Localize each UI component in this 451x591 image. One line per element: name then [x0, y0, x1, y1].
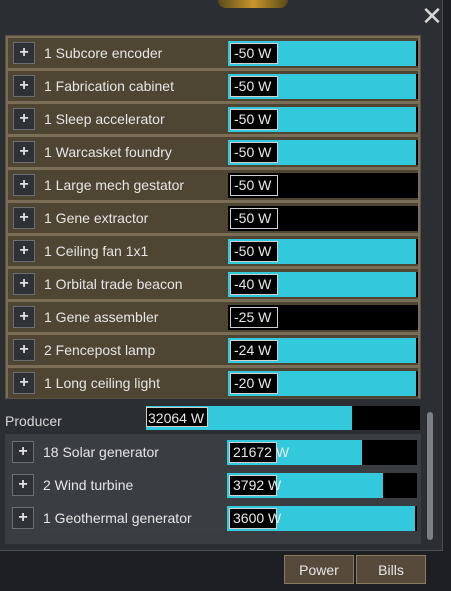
consumer-power-bar: -50 W: [228, 41, 418, 66]
producer-value: 21672 W: [233, 444, 290, 460]
consumer-row: +1 Long ceiling light -20 W: [8, 368, 418, 398]
expand-plus-icon[interactable]: +: [13, 306, 35, 328]
consumer-label: 2 Fencepost lamp: [44, 342, 156, 358]
consumer-label: 1 Orbital trade beacon: [44, 276, 183, 292]
producer-total-value: 32064 W: [148, 410, 205, 426]
consumer-value: -25 W: [234, 309, 272, 325]
consumer-scrollbar[interactable]: [426, 36, 438, 400]
producer-row: +18 Solar generator 21672 W: [7, 437, 417, 467]
consumer-value: -50 W: [234, 210, 272, 226]
expand-plus-icon[interactable]: +: [13, 339, 35, 361]
expand-plus-icon[interactable]: +: [12, 507, 34, 529]
consumer-label: 1 Sleep accelerator: [44, 111, 165, 127]
consumer-label: 1 Warcasket foundry: [44, 144, 172, 160]
producer-scroll-thumb[interactable]: [427, 412, 433, 540]
producer-row: +2 Wind turbine 3792 W: [7, 470, 417, 500]
consumer-value: -50 W: [234, 45, 272, 61]
producer-total-bar: 32064 W: [146, 406, 420, 430]
consumer-power-bar: -50 W: [228, 239, 418, 264]
consumer-row: +1 Ceiling fan 1x1 -50 W: [8, 236, 418, 266]
consumer-label: 1 Subcore encoder: [44, 45, 163, 61]
tab-bills[interactable]: Bills: [356, 555, 426, 584]
producer-power-bar: 21672 W: [227, 440, 417, 465]
close-icon[interactable]: ✕: [420, 3, 442, 29]
producer-row: [7, 536, 417, 544]
consumer-value: -50 W: [234, 111, 272, 127]
expand-plus-icon[interactable]: +: [13, 174, 35, 196]
consumer-row: +1 Warcasket foundry -50 W: [8, 137, 418, 167]
consumer-row: +1 Fabrication cabinet -50 W: [8, 71, 418, 101]
consumer-power-bar: -50 W: [228, 206, 418, 231]
consumer-label: 1 Large mech gestator: [44, 177, 185, 193]
expand-plus-icon[interactable]: +: [13, 141, 35, 163]
producer-label: 2 Wind turbine: [43, 477, 134, 493]
consumer-row: +1 Subcore encoder -50 W: [8, 38, 418, 68]
expand-plus-icon[interactable]: +: [13, 42, 35, 64]
consumer-label: 1 Ceiling fan 1x1: [44, 243, 149, 259]
consumer-value: -50 W: [234, 243, 272, 259]
producer-power-bar: 3792 W: [227, 473, 417, 498]
consumer-power-bar: -24 W: [228, 338, 418, 363]
consumer-value: -20 W: [234, 375, 272, 391]
tab-power[interactable]: Power: [284, 555, 354, 584]
expand-plus-icon[interactable]: +: [13, 75, 35, 97]
expand-plus-icon[interactable]: +: [13, 108, 35, 130]
expand-plus-icon[interactable]: +: [12, 474, 34, 496]
consumer-label: 1 Gene extractor: [44, 210, 149, 226]
consumer-row: +2 Fencepost lamp -24 W: [8, 335, 418, 365]
decorative-emblem: [218, 0, 288, 8]
consumer-power-bar: -20 W: [228, 371, 418, 396]
expand-plus-icon[interactable]: +: [13, 273, 35, 295]
consumer-label: 1 Gene assembler: [44, 309, 159, 325]
consumer-row: +1 Large mech gestator -50 W: [8, 170, 418, 200]
consumer-list: +1 Subcore encoder -50 W +1 Fabrication ca…: [5, 35, 421, 399]
consumer-power-bar: -50 W: [228, 140, 418, 165]
consumer-power-bar: -25 W: [228, 305, 418, 330]
expand-plus-icon[interactable]: +: [12, 441, 34, 463]
consumer-row: +1 Orbital trade beacon -40 W: [8, 269, 418, 299]
consumer-value: -50 W: [234, 78, 272, 94]
producer-value: 3792 W: [233, 477, 282, 493]
consumer-power-bar: -50 W: [228, 74, 418, 99]
consumer-power-bar: -40 W: [228, 272, 418, 297]
power-window: ✕ +1 Subcore encoder -50 W +1 Fabrication …: [0, 0, 443, 551]
producer-label: 1 Geothermal generator: [43, 510, 192, 526]
expand-plus-icon[interactable]: +: [13, 240, 35, 262]
consumer-power-bar: -50 W: [228, 173, 418, 198]
consumer-value: -50 W: [234, 144, 272, 160]
producer-list: +18 Solar generator 21672 W +2 Wind turbin…: [5, 434, 421, 544]
producer-row: +1 Geothermal generator 3600 W: [7, 503, 417, 533]
consumer-value: -50 W: [234, 177, 272, 193]
producer-scrollbar[interactable]: [424, 410, 436, 545]
consumer-row: +1 Gene assembler -25 W: [8, 302, 418, 332]
producer-value: 3600 W: [233, 510, 282, 526]
consumer-power-bar: -50 W: [228, 107, 418, 132]
consumer-value: -24 W: [234, 342, 272, 358]
expand-plus-icon[interactable]: +: [13, 372, 35, 394]
consumer-label: 1 Fabrication cabinet: [44, 78, 174, 94]
producer-label: 18 Solar generator: [43, 444, 159, 460]
consumer-row: +1 Sleep accelerator -50 W: [8, 104, 418, 134]
producer-label: Producer: [5, 413, 62, 429]
producer-power-bar: 3600 W: [227, 506, 417, 531]
consumer-row: +1 Gene extractor -50 W: [8, 203, 418, 233]
expand-plus-icon[interactable]: +: [13, 207, 35, 229]
consumer-value: -40 W: [234, 276, 272, 292]
consumer-label: 1 Long ceiling light: [44, 375, 160, 391]
